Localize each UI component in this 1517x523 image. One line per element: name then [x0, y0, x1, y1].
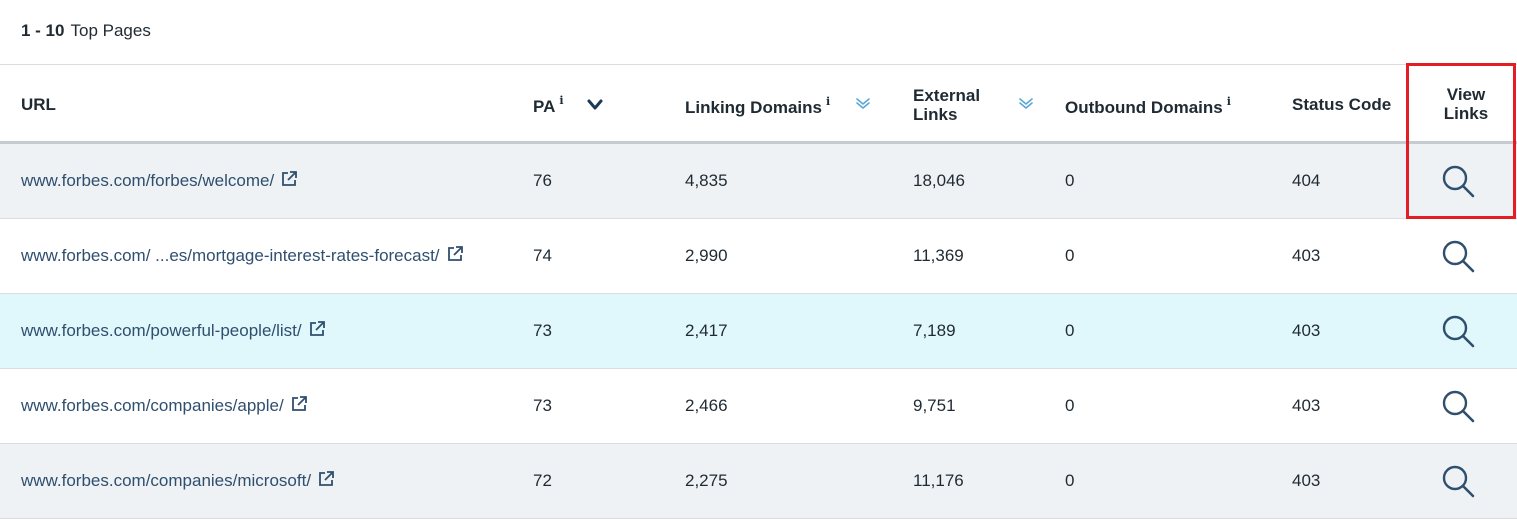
linking-domains-cell: 2,990 — [685, 246, 728, 265]
pa-cell: 72 — [533, 471, 552, 490]
url-link[interactable]: www.forbes.com/ ...es/mortgage-interest-… — [21, 246, 440, 265]
url-cell: www.forbes.com/companies/apple/ — [21, 369, 308, 443]
results-title: Top Pages — [70, 21, 151, 40]
external-links-cell: 11,176 — [913, 471, 964, 490]
search-icon[interactable] — [1440, 463, 1476, 499]
results-range: 1 - 10 — [21, 21, 65, 40]
status-code-cell: 403 — [1292, 321, 1321, 340]
column-header-view-links: View Links — [1416, 85, 1516, 123]
external-link-icon[interactable] — [291, 395, 308, 412]
pa-cell: 73 — [533, 321, 552, 340]
table-row: www.forbes.com/companies/apple/ 73 2,466… — [0, 369, 1517, 444]
chevron-down-icon[interactable] — [587, 99, 603, 111]
column-header-outbound-domains-label: Outbound Domains — [1065, 98, 1223, 117]
url-link[interactable]: www.forbes.com/companies/apple/ — [21, 396, 284, 415]
outbound-domains-cell: 0 — [1065, 171, 1075, 190]
pa-cell: 74 — [533, 246, 552, 265]
external-link-icon[interactable] — [309, 320, 326, 337]
status-code-cell: 403 — [1292, 396, 1321, 415]
table-row: www.forbes.com/forbes/welcome/ 76 4,835 … — [0, 144, 1517, 219]
outbound-domains-cell: 0 — [1065, 246, 1075, 265]
search-icon[interactable] — [1440, 313, 1476, 349]
column-header-outbound-domains[interactable]: Outbound Domains i — [1065, 95, 1231, 117]
linking-domains-cell: 2,417 — [685, 321, 728, 340]
status-code-cell: 403 — [1292, 246, 1321, 265]
outbound-domains-cell: 0 — [1065, 321, 1075, 340]
external-links-cell: 7,189 — [913, 321, 956, 340]
linking-domains-cell: 4,835 — [685, 171, 728, 190]
linking-domains-cell: 2,466 — [685, 396, 728, 415]
pa-cell: 76 — [533, 171, 552, 190]
search-icon[interactable] — [1440, 388, 1476, 424]
url-cell: www.forbes.com/companies/microsoft/ — [21, 444, 335, 518]
info-icon[interactable]: i — [1227, 95, 1231, 108]
table-row: www.forbes.com/ ...es/mortgage-interest-… — [0, 219, 1517, 294]
external-links-cell: 9,751 — [913, 396, 956, 415]
outbound-domains-cell: 0 — [1065, 396, 1075, 415]
column-header-url[interactable]: URL — [21, 95, 56, 114]
url-link[interactable]: www.forbes.com/powerful-people/list/ — [21, 321, 302, 340]
top-pages-table: URL PA i Linking Domains i External Links … — [0, 64, 1517, 519]
search-icon[interactable] — [1440, 163, 1476, 199]
column-header-linking-domains-label: Linking Domains — [685, 98, 822, 117]
url-cell: www.forbes.com/ ...es/mortgage-interest-… — [21, 219, 464, 293]
table-row: www.forbes.com/companies/microsoft/ 72 2… — [0, 444, 1517, 519]
url-link[interactable]: www.forbes.com/companies/microsoft/ — [21, 471, 311, 490]
column-header-linking-domains[interactable]: Linking Domains i — [685, 95, 830, 117]
pa-cell: 73 — [533, 396, 552, 415]
url-link[interactable]: www.forbes.com/forbes/welcome/ — [21, 171, 274, 190]
column-header-external-links[interactable]: External Links — [913, 86, 980, 124]
table-header: URL PA i Linking Domains i External Links … — [0, 64, 1517, 144]
external-links-cell: 18,046 — [913, 171, 965, 190]
column-header-pa-label: PA — [533, 97, 556, 116]
column-header-pa[interactable]: PA i — [533, 94, 564, 116]
double-chevron-down-icon[interactable] — [1018, 98, 1034, 110]
table-row: www.forbes.com/powerful-people/list/ 73 … — [0, 294, 1517, 369]
external-link-icon[interactable] — [281, 170, 298, 187]
url-cell: www.forbes.com/powerful-people/list/ — [21, 294, 326, 368]
column-header-external-links-line2: Links — [913, 105, 958, 124]
external-link-icon[interactable] — [447, 245, 464, 262]
search-icon[interactable] — [1440, 238, 1476, 274]
external-links-cell: 11,369 — [913, 246, 964, 265]
status-code-cell: 403 — [1292, 471, 1321, 490]
column-header-status-code[interactable]: Status Code — [1292, 95, 1391, 114]
column-header-view-links-line2: Links — [1443, 104, 1489, 123]
outbound-domains-cell: 0 — [1065, 471, 1075, 490]
status-code-cell: 404 — [1292, 171, 1321, 190]
column-header-external-links-line1: External — [913, 86, 981, 105]
results-summary: 1 - 10 Top Pages — [21, 20, 151, 42]
info-icon[interactable]: i — [559, 94, 563, 107]
column-header-view-links-line1: View — [1446, 85, 1486, 104]
info-icon[interactable]: i — [826, 95, 830, 108]
external-link-icon[interactable] — [318, 470, 335, 487]
linking-domains-cell: 2,275 — [685, 471, 728, 490]
double-chevron-down-icon[interactable] — [855, 98, 871, 110]
url-cell: www.forbes.com/forbes/welcome/ — [21, 144, 298, 218]
